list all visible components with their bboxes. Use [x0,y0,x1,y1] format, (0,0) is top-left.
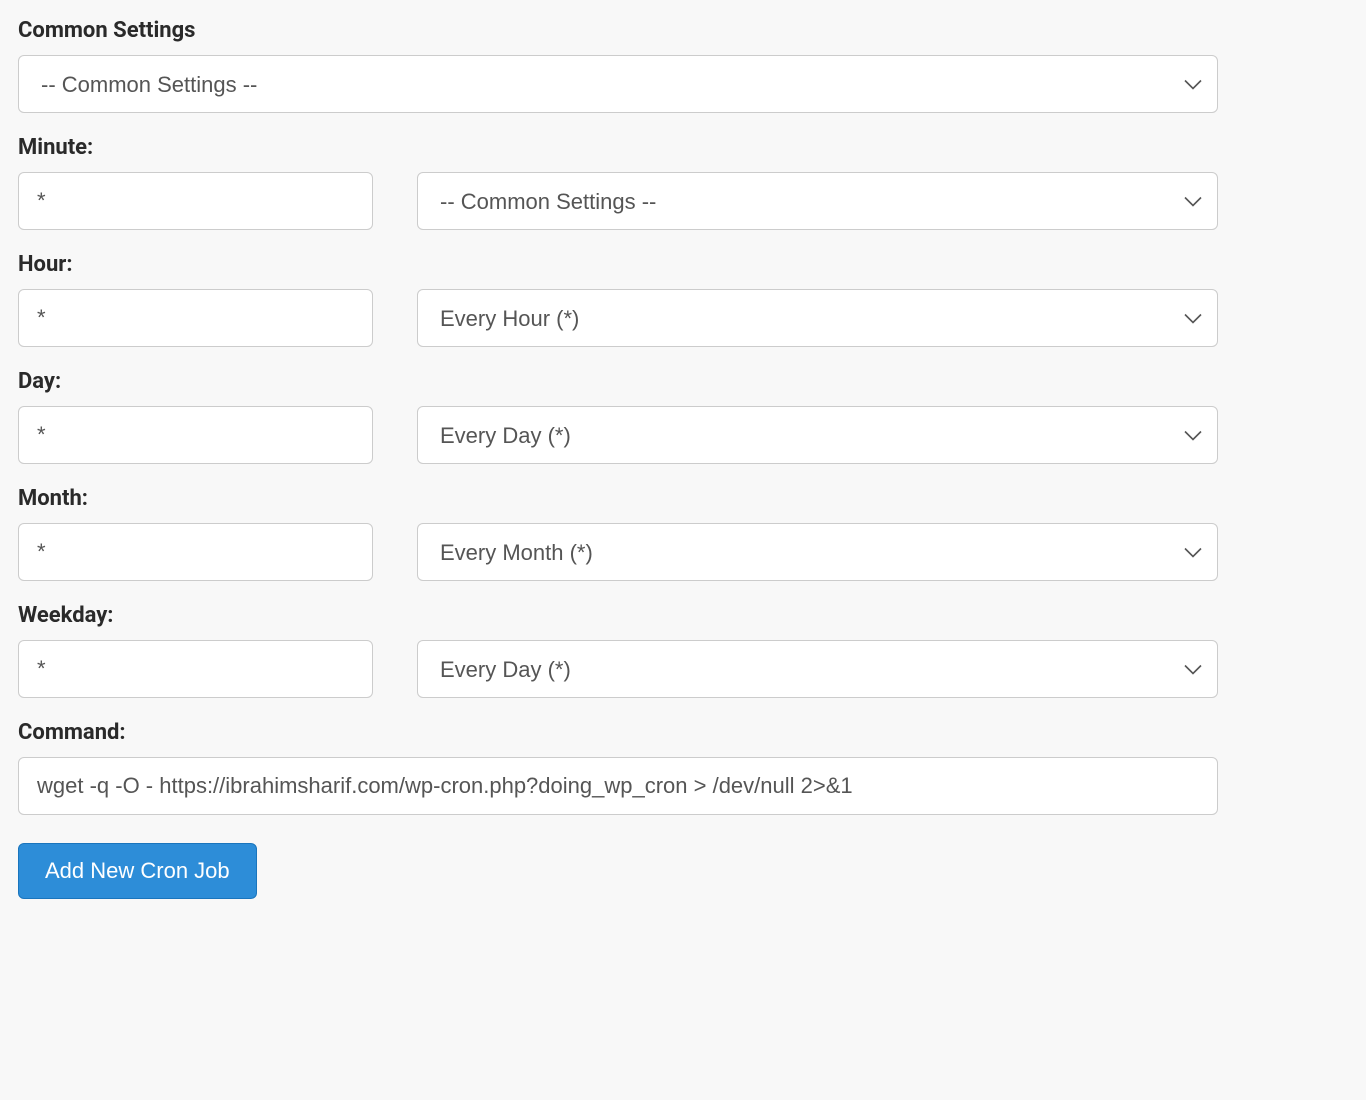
add-cron-job-button[interactable]: Add New Cron Job [18,843,257,899]
command-label: Command: [18,720,1218,745]
weekday-group: Weekday: Every Day (*) [18,603,1218,698]
month-input[interactable] [18,523,373,581]
minute-select-wrapper: -- Common Settings -- [417,172,1218,230]
minute-preset-select[interactable]: -- Common Settings -- [417,172,1218,230]
weekday-preset-select[interactable]: Every Day (*) [417,640,1218,698]
command-input[interactable] [18,757,1218,815]
hour-select-wrapper: Every Hour (*) [417,289,1218,347]
month-label: Month: [18,486,1218,511]
common-settings-group: Common Settings -- Common Settings -- [18,18,1218,113]
minute-input[interactable] [18,172,373,230]
day-label: Day: [18,369,1218,394]
day-select-wrapper: Every Day (*) [417,406,1218,464]
month-group: Month: Every Month (*) [18,486,1218,581]
weekday-input[interactable] [18,640,373,698]
cron-form: Common Settings -- Common Settings -- Mi… [18,18,1218,899]
weekday-select-wrapper: Every Day (*) [417,640,1218,698]
day-input[interactable] [18,406,373,464]
common-settings-select[interactable]: -- Common Settings -- [18,55,1218,113]
hour-preset-select[interactable]: Every Hour (*) [417,289,1218,347]
hour-input[interactable] [18,289,373,347]
minute-label: Minute: [18,135,1218,160]
command-group: Command: [18,720,1218,815]
weekday-label: Weekday: [18,603,1218,628]
month-preset-select[interactable]: Every Month (*) [417,523,1218,581]
common-settings-label: Common Settings [18,18,1218,43]
month-select-wrapper: Every Month (*) [417,523,1218,581]
day-preset-select[interactable]: Every Day (*) [417,406,1218,464]
minute-group: Minute: -- Common Settings -- [18,135,1218,230]
hour-label: Hour: [18,252,1218,277]
hour-group: Hour: Every Hour (*) [18,252,1218,347]
day-group: Day: Every Day (*) [18,369,1218,464]
common-settings-select-wrapper: -- Common Settings -- [18,55,1218,113]
